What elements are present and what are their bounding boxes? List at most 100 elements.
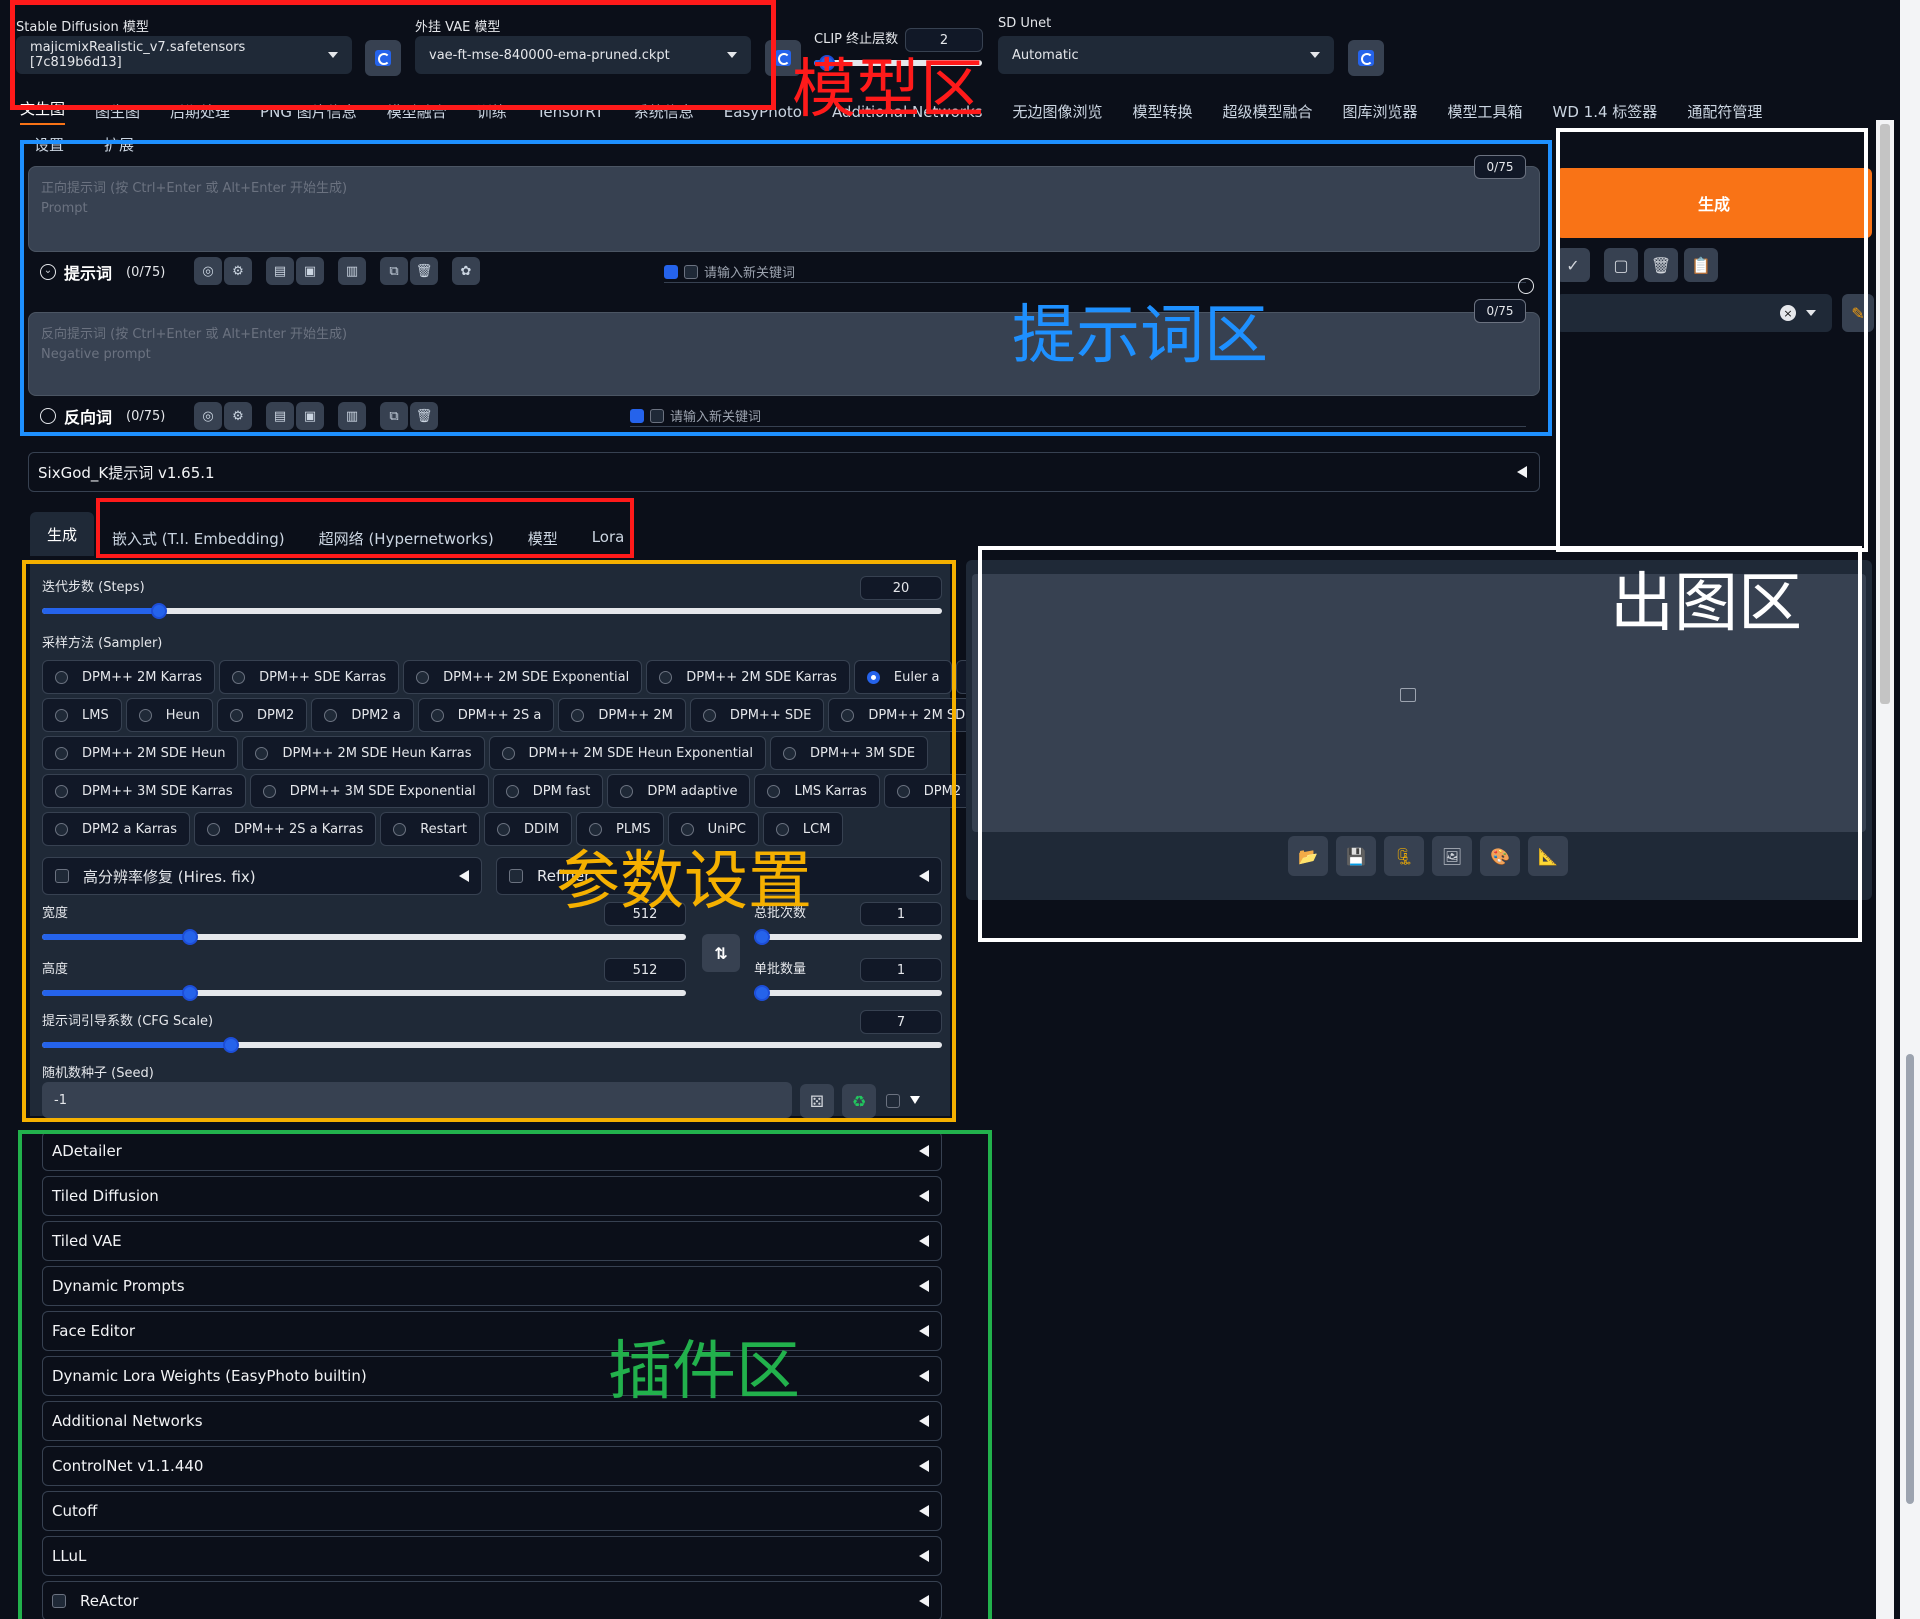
translate-icon[interactable]: ▥: [338, 257, 366, 285]
keyword-checkbox[interactable]: [664, 264, 678, 279]
tab-wd-tagger[interactable]: WD 1.4 标签器: [1553, 101, 1658, 122]
sampler-option[interactable]: DPM2: [216, 698, 308, 732]
openai-icon[interactable]: ✿: [452, 257, 480, 285]
plugin-accordion[interactable]: Tiled Diffusion: [42, 1176, 942, 1216]
subtab-checkpoints[interactable]: 模型: [528, 528, 558, 549]
negative-keyword-input[interactable]: 请输入新关键词: [670, 406, 761, 425]
tab-tensorrt[interactable]: TensorRT: [537, 103, 604, 121]
tab-super-merge[interactable]: 超级模型融合: [1222, 101, 1312, 122]
globe-icon[interactable]: ◎: [194, 257, 222, 285]
sampler-option[interactable]: DPM adaptive: [607, 774, 751, 808]
sampler-option[interactable]: PLMS: [576, 812, 664, 846]
copy-icon[interactable]: ⧉: [380, 402, 408, 430]
reactor-enable-checkbox[interactable]: [52, 1594, 66, 1608]
sampler-option[interactable]: DPM++ 3M SDE Exponential: [249, 774, 489, 808]
subtab-hypernetworks[interactable]: 超网络 (Hypernetworks): [319, 528, 494, 549]
batch-count-input[interactable]: 1: [860, 902, 942, 926]
plugin-accordion[interactable]: Tiled VAE: [42, 1221, 942, 1261]
sampler-option[interactable]: UniPC: [667, 812, 759, 846]
sampler-option[interactable]: DPM fast: [492, 774, 604, 808]
subtab-generate[interactable]: 生成: [30, 512, 94, 556]
steps-input[interactable]: 20: [860, 576, 942, 600]
tab-infinite-browser[interactable]: 无边图像浏览: [1012, 101, 1102, 122]
cfg-input[interactable]: 7: [860, 1010, 942, 1034]
keyword-checkbox-2[interactable]: [684, 264, 698, 279]
pencil-icon[interactable]: ✎: [1842, 294, 1874, 332]
tab-gallery-browser[interactable]: 图库浏览器: [1343, 101, 1418, 122]
tab-png-info[interactable]: PNG 图片信息: [260, 101, 357, 122]
sampler-option[interactable]: DPM++ 2S a: [417, 698, 555, 732]
save-icon[interactable]: 💾: [1336, 836, 1376, 876]
plugin-accordion[interactable]: ADetailer: [42, 1131, 942, 1171]
height-slider[interactable]: [42, 985, 686, 1001]
sixgod-accordion[interactable]: SixGod_K提示词 v1.65.1: [28, 452, 1540, 492]
tab-model-toolkit[interactable]: 模型工具箱: [1448, 101, 1523, 122]
prompt-keyword-input[interactable]: 请输入新关键词: [704, 262, 795, 281]
keyword-checkbox[interactable]: [630, 408, 644, 423]
inner-scrollbar[interactable]: [1876, 120, 1894, 1619]
sampler-option[interactable]: DPM2 a Karras: [42, 812, 191, 846]
settings-icon[interactable]: ⚙: [224, 257, 252, 285]
sampler-option[interactable]: DPM++ 2S a Karras: [194, 812, 377, 846]
sampler-option[interactable]: LMS: [42, 698, 122, 732]
sampler-option[interactable]: DPM++ 3M SDE: [770, 736, 929, 770]
plugin-accordion[interactable]: Dynamic Lora Weights (EasyPhoto builtin): [42, 1356, 942, 1396]
tab-img2img[interactable]: 图生图: [95, 101, 140, 122]
square-icon[interactable]: ▢: [1604, 248, 1638, 282]
refiner-checkbox[interactable]: [509, 869, 523, 883]
batch-size-slider[interactable]: [754, 985, 942, 1001]
height-knob[interactable]: [182, 985, 198, 1001]
cfg-knob[interactable]: [223, 1037, 239, 1053]
batch-size-input[interactable]: 1: [860, 958, 942, 982]
refresh-unet-button[interactable]: [1348, 40, 1384, 76]
folder-icon[interactable]: 📂: [1288, 836, 1328, 876]
send-to-inpaint-icon[interactable]: 🎨: [1480, 836, 1520, 876]
sampler-option[interactable]: DPM++ 3M SDE Karras: [42, 774, 246, 808]
globe-icon[interactable]: ◎: [194, 402, 222, 430]
tab-settings[interactable]: 设置: [34, 134, 64, 155]
sampler-option[interactable]: DPM++ 2M SDE Heun Karras: [242, 736, 485, 770]
settings-icon[interactable]: ⚙: [224, 402, 252, 430]
copy-icon[interactable]: ⧉: [380, 257, 408, 285]
refresh-sd-model-button[interactable]: [365, 40, 401, 76]
tab-easyphoto[interactable]: EasyPhoto: [724, 103, 802, 121]
keyword-checkbox-2[interactable]: [650, 408, 664, 423]
batch-count-knob[interactable]: [754, 929, 770, 945]
seed-extra-checkbox[interactable]: [886, 1094, 900, 1108]
collapse-icon[interactable]: ⌄: [40, 264, 56, 280]
tab-system-info[interactable]: 系统信息: [634, 101, 694, 122]
steps-slider[interactable]: [42, 603, 942, 619]
tab-train[interactable]: 训练: [477, 101, 507, 122]
plugin-accordion[interactable]: ControlNet v1.1.440: [42, 1446, 942, 1486]
sampler-option[interactable]: Restart: [380, 812, 480, 846]
send-to-extras-icon[interactable]: 📐: [1528, 836, 1568, 876]
sampler-option[interactable]: DPM++ SDE Karras: [219, 660, 400, 694]
bookmark-icon[interactable]: ▣: [296, 257, 324, 285]
sampler-option[interactable]: DDIM: [483, 812, 573, 846]
inner-scrollbar-thumb[interactable]: [1880, 124, 1890, 704]
sd-unet-dropdown[interactable]: Automatic: [998, 36, 1334, 74]
generate-button[interactable]: 生成: [1556, 168, 1872, 238]
sampler-option[interactable]: DPM++ 2M SDE Exponential: [403, 660, 643, 694]
sampler-option[interactable]: LCM: [762, 812, 844, 846]
clip-skip-input[interactable]: 2: [905, 28, 983, 52]
prompt-textarea[interactable]: 正向提示词 (按 Ctrl+Enter 或 Alt+Enter 开始生成) Pr…: [28, 166, 1540, 252]
tab-wildcards[interactable]: 通配符管理: [1687, 101, 1762, 122]
check-icon[interactable]: ✓: [1556, 248, 1590, 282]
sampler-option[interactable]: DPM++ SDE: [689, 698, 825, 732]
sampler-option[interactable]: DPM++ 2M: [558, 698, 686, 732]
trash-icon[interactable]: 🗑: [410, 402, 438, 430]
seed-input[interactable]: -1: [42, 1082, 792, 1118]
tab-extras[interactable]: 后期处理: [170, 101, 230, 122]
zip-icon[interactable]: 🗜: [1384, 836, 1424, 876]
seed-extra-toggle-icon[interactable]: [910, 1096, 920, 1104]
hires-fix-accordion[interactable]: 高分辨率修复 (Hires. fix): [42, 857, 482, 895]
width-knob[interactable]: [182, 929, 198, 945]
steps-knob[interactable]: [151, 603, 167, 619]
send-to-img2img-icon[interactable]: 🖼: [1432, 836, 1472, 876]
styles-dropdown[interactable]: ×: [1556, 294, 1832, 332]
collapse-icon[interactable]: [40, 408, 56, 424]
sampler-option[interactable]: DPM++ 2M SDE: [828, 698, 987, 732]
translate-icon[interactable]: ▥: [338, 402, 366, 430]
page-scrollbar[interactable]: [1900, 0, 1920, 1619]
